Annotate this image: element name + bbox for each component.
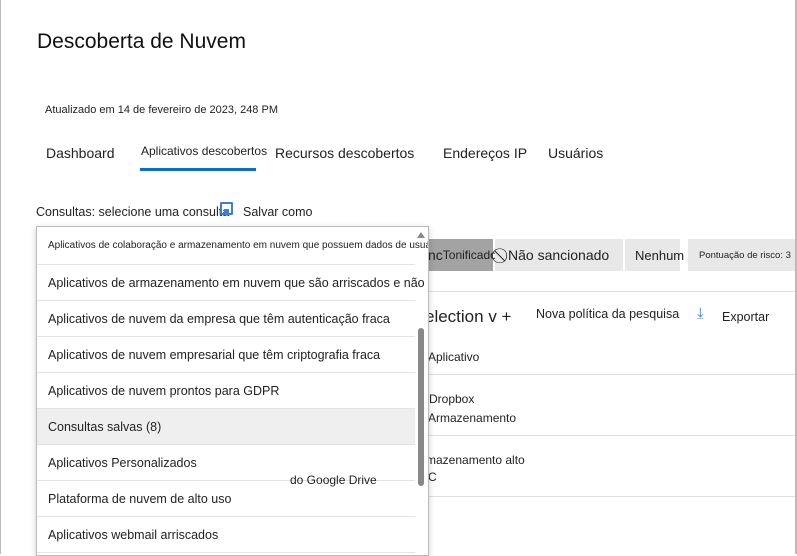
query-option[interactable]: Aplicativos de colaboração e armazenamen… [37, 227, 428, 265]
filter-none[interactable]: Nenhum [625, 239, 684, 271]
download-icon: ⤓ [697, 305, 704, 322]
divider [428, 435, 795, 436]
divider [428, 291, 795, 292]
overlay-text: do Google Drive [290, 473, 377, 487]
query-option[interactable]: Aplicativos webmail arriscados [37, 517, 415, 553]
app-category: Armazenamento [428, 411, 517, 425]
query-option[interactable]: Aplicativos de nuvem prontos para GDPR [37, 373, 415, 409]
filter-risk-score[interactable]: Pontuação de risco: 3 [688, 239, 795, 271]
scroll-up-arrow-icon[interactable] [417, 232, 425, 238]
queries-select[interactable]: Consultas: selecione uma consulta [36, 205, 229, 219]
query-option[interactable]: Aplicativos de nuvem empresarial que têm… [37, 337, 415, 373]
query-option[interactable]: Aplicativos de armazenamento em nuvem qu… [37, 265, 428, 301]
filter-unsanctioned-label: Não sancionado [508, 247, 610, 263]
filter-partial: nc [428, 247, 443, 263]
export-button[interactable]: Exportar [722, 310, 769, 324]
active-tab-indicator [140, 168, 256, 171]
app-category: C [428, 470, 437, 484]
app-name[interactable]: Armazenamento alto [414, 453, 525, 467]
column-header-app[interactable]: Aplicativo [428, 350, 479, 364]
divider [428, 374, 795, 375]
tab-discovered-resources[interactable]: Recursos descobertos [275, 145, 414, 161]
page-title: Descoberta de Nuvem [37, 30, 246, 53]
query-option[interactable]: Aplicativos de nuvem da empresa que têm … [37, 301, 415, 337]
filter-unsanctioned[interactable]: ⃠Não sancionado [495, 239, 623, 271]
tab-ip-addresses[interactable]: Endereços IP [443, 145, 527, 161]
divider [428, 496, 795, 497]
selection-menu[interactable]: election v + [425, 307, 511, 327]
query-option-saved[interactable]: Consultas salvas (8) [37, 409, 415, 445]
save-as-button[interactable]: Salvar como [243, 205, 312, 219]
tab-discovered-apps[interactable]: Aplicativos descobertos [141, 144, 267, 158]
tab-dashboard[interactable]: Dashboard [46, 145, 115, 161]
app-name[interactable]: Dropbox [429, 392, 474, 406]
filter-tonificado-label: Tonificado [442, 248, 497, 262]
save-icon[interactable] [220, 202, 233, 215]
new-policy-button[interactable]: Nova política da pesquisa [536, 307, 679, 321]
filter-tonificado[interactable]: nc Tonificado [428, 239, 497, 271]
queries-dropdown[interactable]: Aplicativos de colaboração e armazenamen… [36, 226, 429, 556]
tab-users[interactable]: Usuários [548, 145, 603, 161]
updated-timestamp: Atualizado em 14 de fevereiro de 2023, 2… [45, 104, 278, 116]
scrollbar-thumb[interactable] [418, 328, 424, 486]
